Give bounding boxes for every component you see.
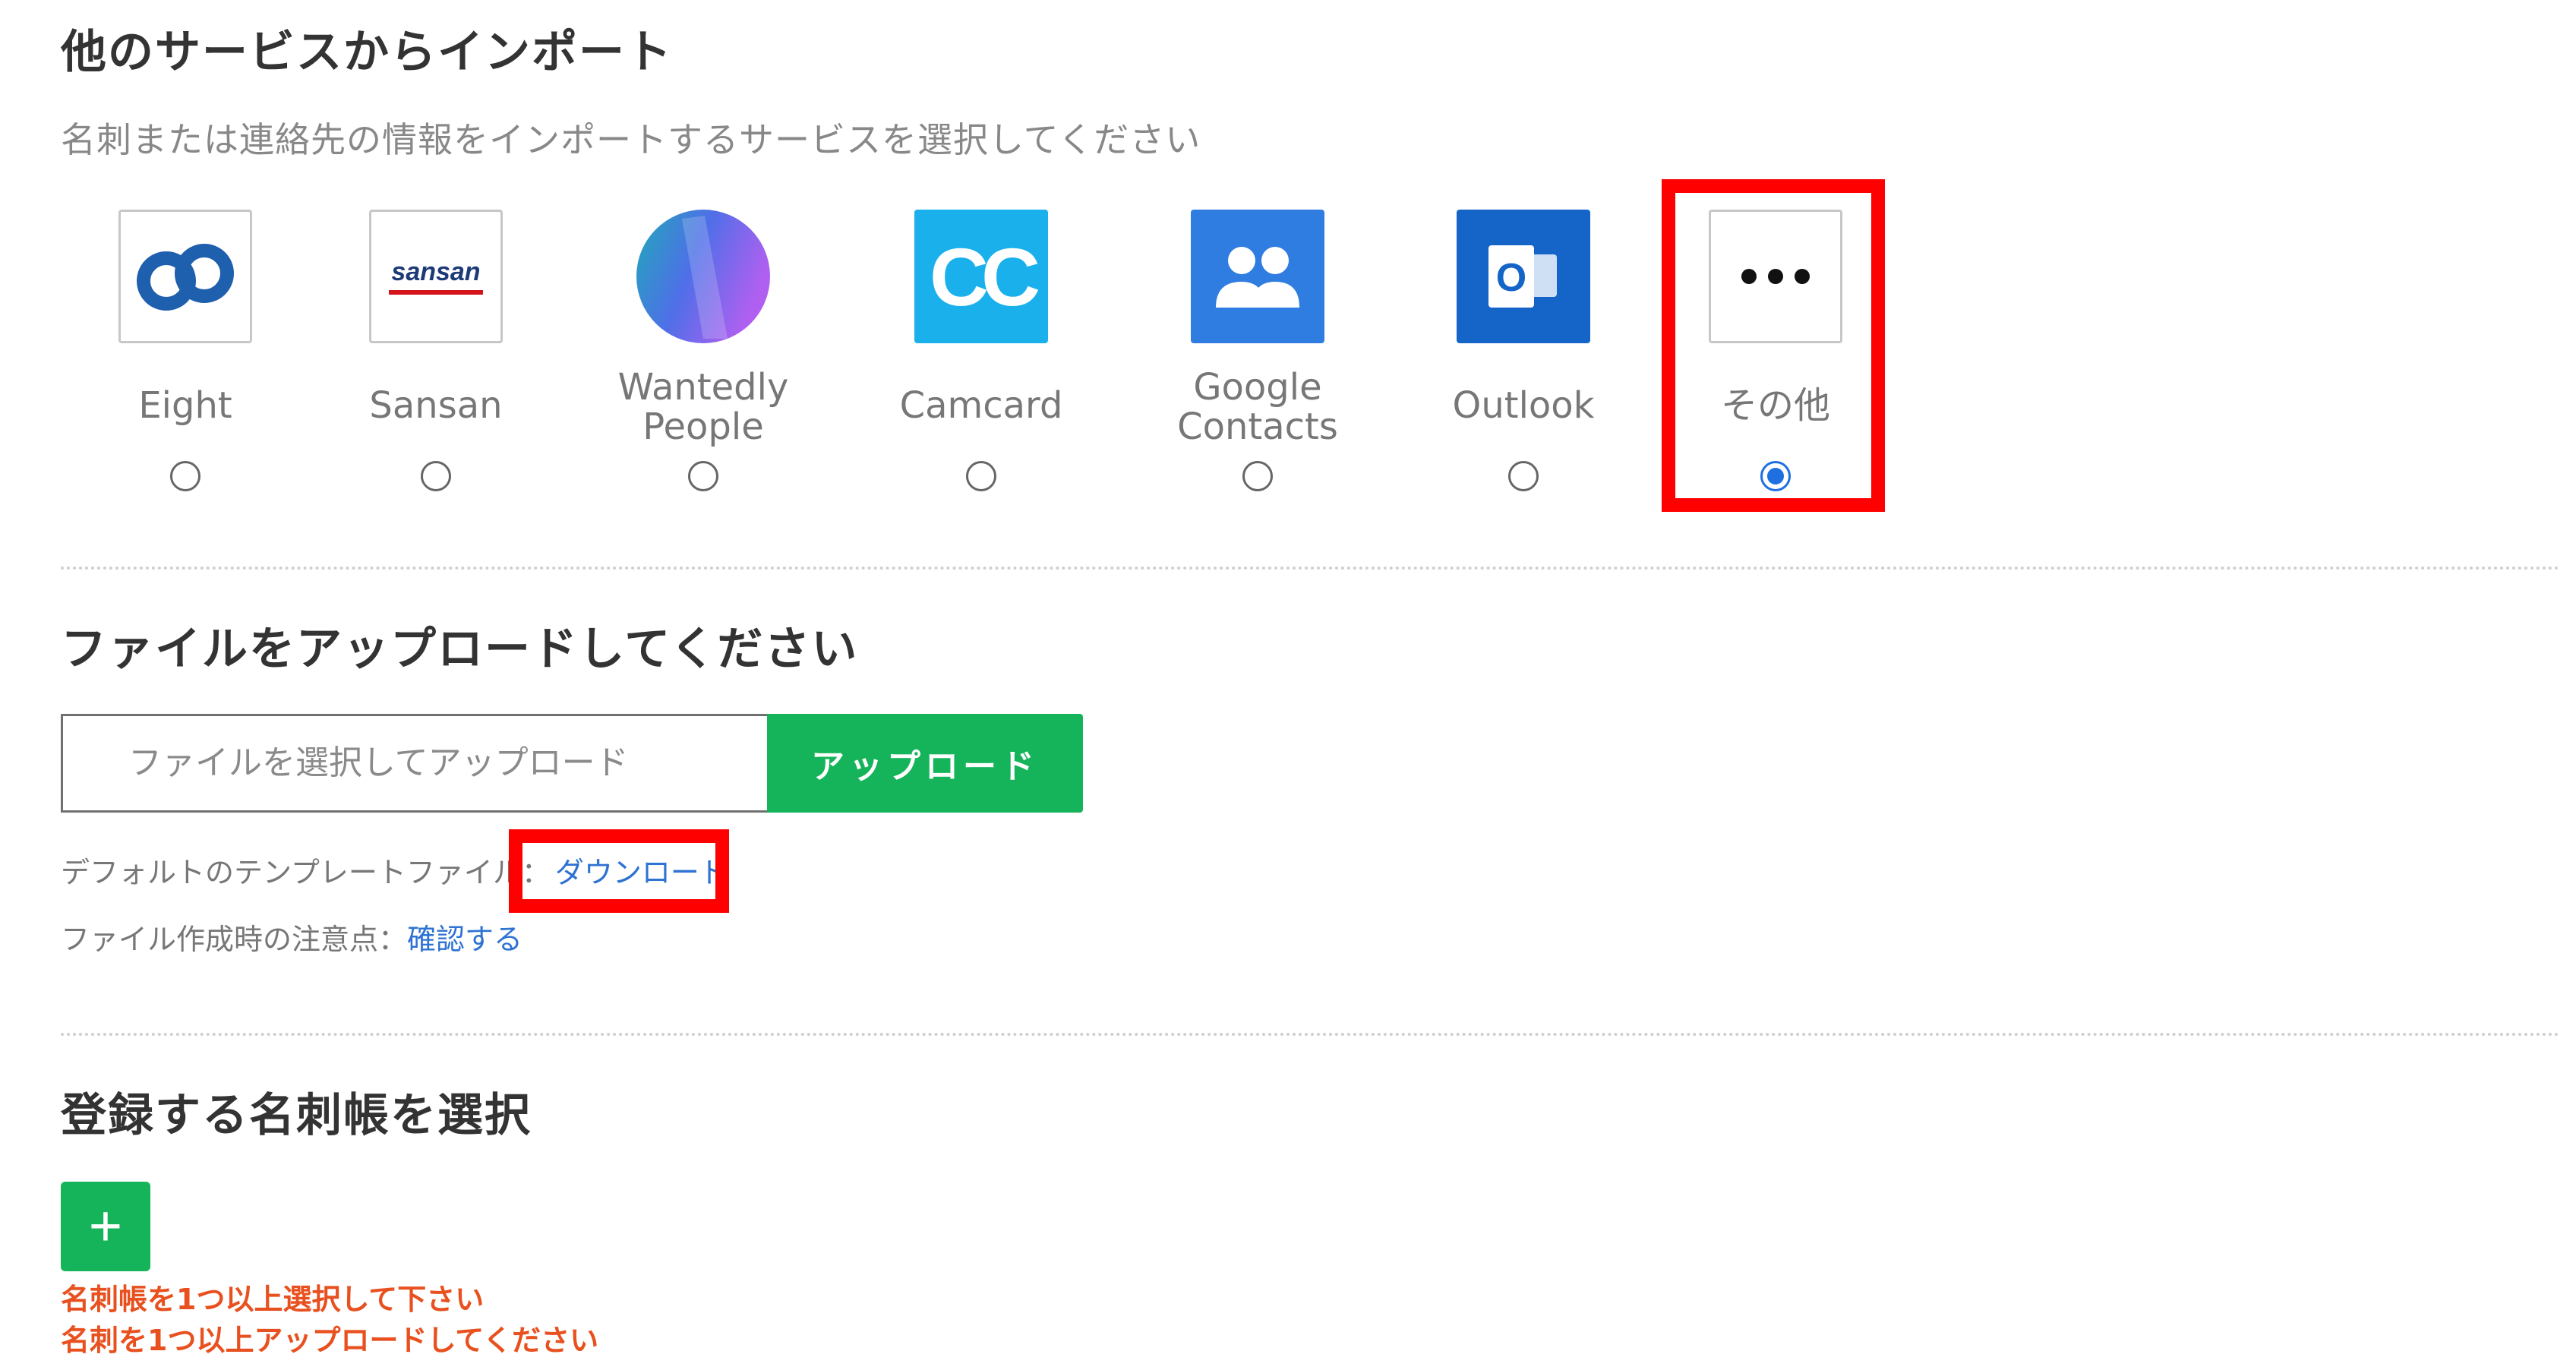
service-label: Outlook — [1452, 384, 1595, 427]
service-label: その他 — [1720, 384, 1830, 427]
notes-label: ファイル作成時の注意点： — [61, 923, 408, 956]
file-notes: ファイル作成時の注意点：確認する — [61, 916, 522, 958]
camcard-logo-text: CC — [930, 230, 1040, 323]
section-divider — [61, 567, 2561, 570]
template-download-link[interactable]: ダウンロード — [555, 856, 728, 889]
file-select-input[interactable]: ファイルを選択してアップロード — [61, 714, 767, 813]
service-radio-other[interactable] — [1760, 461, 1791, 491]
service-google-contacts[interactable]: Google Contacts — [1144, 0, 1372, 532]
service-radio-camcard[interactable] — [966, 461, 996, 491]
template-file-note: デフォルトのテンプレートファイル： ダウンロード — [61, 849, 728, 891]
eight-logo-icon[interactable] — [118, 210, 252, 343]
service-label-line1: Google — [1193, 366, 1322, 409]
service-label: Sansan — [369, 384, 503, 427]
service-radio-outlook[interactable] — [1508, 461, 1539, 491]
add-cardbook-button[interactable]: + — [61, 1182, 150, 1271]
notes-confirm-link[interactable]: 確認する — [407, 923, 522, 956]
service-camcard[interactable]: CC Camcard — [867, 0, 1095, 532]
service-radio-sansan[interactable] — [421, 461, 451, 491]
service-label: Camcard — [899, 384, 1063, 427]
service-label-line1: Wantedly — [617, 366, 789, 409]
sansan-logo-bar — [389, 290, 483, 295]
outlook-logo-icon[interactable]: O — [1457, 210, 1590, 343]
error-message: 名刺帳を1つ以上選択して下さい — [61, 1283, 485, 1316]
camcard-logo-icon[interactable]: CC — [914, 210, 1048, 343]
service-other[interactable]: その他 — [1662, 0, 1889, 532]
wantedly-logo-icon[interactable] — [636, 210, 770, 343]
upload-button[interactable]: アップロード — [767, 714, 1083, 813]
service-label-line2: People — [642, 406, 764, 448]
upload-section-title: ファイルをアップロードしてください — [61, 623, 859, 676]
service-outlook[interactable]: O Outlook — [1410, 0, 1637, 532]
more-icon[interactable] — [1709, 210, 1842, 343]
sansan-logo-text: sansan — [391, 257, 481, 286]
service-eight[interactable]: Eight — [71, 0, 299, 532]
service-label: Wantedly People — [589, 368, 817, 447]
section-divider — [61, 1033, 2561, 1036]
sansan-logo-icon[interactable]: sansan — [369, 210, 503, 343]
register-section-title: 登録する名刺帳を選択 — [61, 1089, 532, 1142]
service-radio-wantedly[interactable] — [688, 461, 718, 491]
template-label: デフォルトのテンプレートファイル： — [61, 856, 551, 889]
service-label-line2: Contacts — [1177, 406, 1338, 448]
service-list: Eight sansan Sansan Wantedly People CC C… — [0, 0, 2576, 532]
outlook-logo-text: O — [1496, 256, 1526, 300]
service-label: Eight — [138, 384, 232, 427]
google-contacts-icon[interactable] — [1191, 210, 1324, 343]
service-radio-eight[interactable] — [170, 461, 200, 491]
service-wantedly[interactable]: Wantedly People — [589, 0, 817, 532]
service-radio-google-contacts[interactable] — [1242, 461, 1273, 491]
service-sansan[interactable]: sansan Sansan — [322, 0, 550, 532]
service-label: Google Contacts — [1144, 368, 1372, 447]
error-message: 名刺を1つ以上アップロードしてください — [61, 1324, 599, 1357]
